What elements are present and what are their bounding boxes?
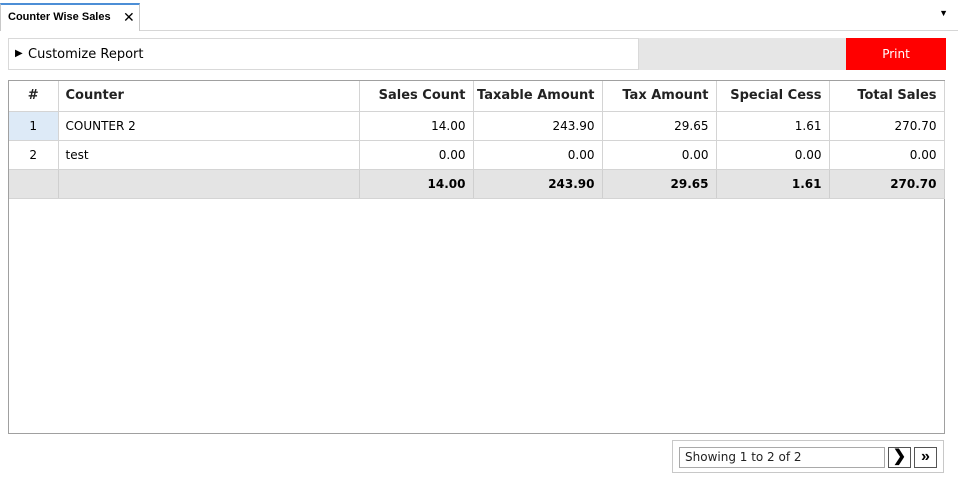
print-button[interactable]: Print	[846, 38, 946, 70]
total-taxable-amount: 243.90	[473, 169, 603, 199]
counter-cell[interactable]: COUNTER 2	[58, 111, 360, 141]
pagination: Showing 1 to 2 of 2 ❯ »	[672, 440, 944, 473]
report-panel: ▶ Customize Report Print # Counter Sales…	[0, 31, 958, 484]
taxable-amount-cell[interactable]: 243.90	[473, 111, 603, 141]
sales-count-cell[interactable]: 0.00	[359, 140, 474, 170]
special-cess-cell[interactable]: 1.61	[716, 111, 830, 141]
column-header-total-sales[interactable]: Total Sales	[829, 81, 945, 112]
header-row: # Counter Sales Count Taxable Amount Tax…	[9, 81, 945, 112]
row-index[interactable]: 1	[9, 111, 59, 141]
next-page-button[interactable]: ❯	[888, 447, 911, 468]
column-header-counter[interactable]: Counter	[58, 81, 360, 112]
table-row[interactable]: 2 test 0.00 0.00 0.00 0.00 0.00	[9, 140, 945, 170]
customize-report-label: Customize Report	[28, 47, 144, 62]
total-total-sales: 270.70	[829, 169, 945, 199]
toolbar-spacer	[639, 38, 846, 70]
last-page-button[interactable]: »	[914, 447, 937, 468]
tab-bar: Counter Wise Sales ✕ ▼	[0, 0, 958, 31]
column-header-taxable-amount[interactable]: Taxable Amount	[473, 81, 603, 112]
taxable-amount-cell[interactable]: 0.00	[473, 140, 603, 170]
expand-arrow-icon: ▶	[15, 48, 23, 59]
chevron-down-icon[interactable]: ▼	[939, 8, 948, 18]
special-cess-cell[interactable]: 0.00	[716, 140, 830, 170]
column-header-sales-count[interactable]: Sales Count	[359, 81, 474, 112]
table-row[interactable]: 1 COUNTER 2 14.00 243.90 29.65 1.61 270.…	[9, 111, 945, 141]
totals-row: 14.00 243.90 29.65 1.61 270.70	[9, 169, 945, 199]
report-grid[interactable]: # Counter Sales Count Taxable Amount Tax…	[8, 80, 945, 434]
column-header-index[interactable]: #	[9, 81, 59, 112]
double-chevron-right-icon: »	[921, 448, 930, 465]
total-sales-cell[interactable]: 0.00	[829, 140, 945, 170]
counter-cell[interactable]: test	[58, 140, 360, 170]
total-tax-amount: 29.65	[602, 169, 717, 199]
tab-counter-wise-sales[interactable]: Counter Wise Sales ✕	[0, 3, 140, 31]
pagination-status: Showing 1 to 2 of 2	[679, 447, 885, 468]
totals-counter-cell	[58, 169, 360, 199]
chevron-right-icon: ❯	[892, 448, 907, 465]
total-sales-cell[interactable]: 270.70	[829, 111, 945, 141]
totals-index-cell	[9, 169, 59, 199]
column-header-special-cess[interactable]: Special Cess	[716, 81, 830, 112]
tab-title: Counter Wise Sales	[8, 11, 111, 23]
total-sales-count: 14.00	[359, 169, 474, 199]
tax-amount-cell[interactable]: 0.00	[602, 140, 717, 170]
sales-count-cell[interactable]: 14.00	[359, 111, 474, 141]
column-header-tax-amount[interactable]: Tax Amount	[602, 81, 717, 112]
tax-amount-cell[interactable]: 29.65	[602, 111, 717, 141]
total-special-cess: 1.61	[716, 169, 830, 199]
customize-report-toggle[interactable]: ▶ Customize Report	[8, 38, 639, 70]
close-icon[interactable]: ✕	[123, 9, 135, 25]
row-index[interactable]: 2	[9, 140, 59, 170]
